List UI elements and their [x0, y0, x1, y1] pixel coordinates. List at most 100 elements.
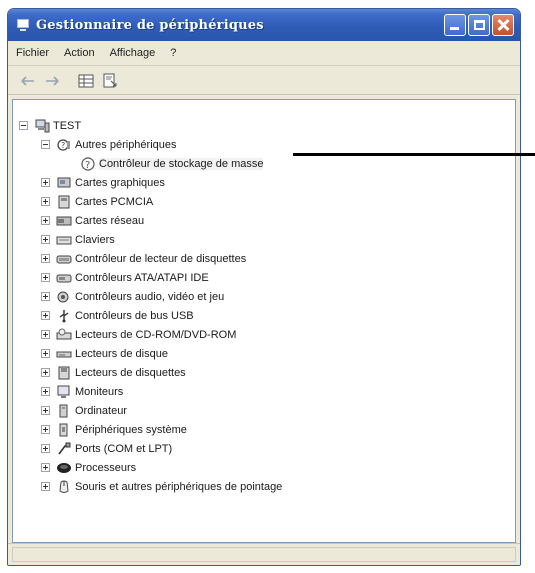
tree-category-item[interactable]: Processeurs — [41, 458, 136, 477]
tree-category-item[interactable]: Contrôleur de lecteur de disquettes — [41, 249, 246, 268]
tree-category-item[interactable]: Cartes réseau — [41, 211, 144, 230]
back-button[interactable] — [18, 71, 38, 91]
usb-icon — [56, 308, 72, 324]
tree-root[interactable]: TEST — [19, 116, 81, 135]
device-tree-pane[interactable]: TEST ? Autres périphériques ? Contrôleur… — [12, 99, 516, 543]
collapse-toggle[interactable] — [41, 140, 50, 149]
other-devices-icon: ? — [56, 137, 72, 153]
status-bar — [8, 543, 520, 565]
expand-toggle[interactable] — [41, 273, 50, 282]
expand-toggle[interactable] — [41, 178, 50, 187]
audio-icon — [56, 289, 72, 305]
category-label: Lecteurs de CD-ROM/DVD-ROM — [75, 328, 237, 341]
category-label: Lecteurs de disquettes — [75, 366, 186, 379]
window-title: Gestionnaire de périphériques — [36, 17, 264, 33]
tree-category-item[interactable]: Contrôleurs ATA/ATAPI IDE — [41, 268, 209, 287]
device-manager-window: Gestionnaire de périphériques Fichier Ac… — [7, 8, 521, 566]
tree-category-item[interactable]: Périphériques système — [41, 420, 187, 439]
expand-toggle[interactable] — [41, 235, 50, 244]
category-label: Contrôleurs audio, vidéo et jeu — [75, 290, 225, 303]
back-arrow-icon — [21, 75, 34, 86]
status-segment — [12, 547, 516, 562]
computer-icon — [56, 403, 72, 419]
svg-text:?: ? — [61, 141, 65, 150]
minimize-button[interactable] — [444, 14, 466, 36]
menu-help[interactable]: ? — [170, 47, 176, 59]
close-button[interactable] — [492, 14, 514, 36]
expand-toggle[interactable] — [41, 197, 50, 206]
expand-toggle[interactable] — [41, 349, 50, 358]
category-label: Contrôleurs ATA/ATAPI IDE — [75, 271, 209, 284]
expand-toggle[interactable] — [41, 387, 50, 396]
category-label: Cartes graphiques — [75, 176, 165, 189]
expand-toggle[interactable] — [41, 482, 50, 491]
tree-category-item[interactable]: Cartes graphiques — [41, 173, 165, 192]
tree-category-item[interactable]: Contrôleurs audio, vidéo et jeu — [41, 287, 224, 306]
ide-controller-icon — [56, 270, 72, 286]
svg-text:?: ? — [85, 160, 90, 171]
floppy-controller-icon — [56, 251, 72, 267]
tree-category-item[interactable]: Lecteurs de disquettes — [41, 363, 186, 382]
category-label: Ports (COM et LPT) — [75, 442, 173, 455]
tree-category-item[interactable]: Lecteurs de disque — [41, 344, 168, 363]
computer-icon — [34, 118, 50, 134]
other-devices-label: Autres périphériques — [75, 138, 177, 151]
help-sheet-icon — [103, 73, 117, 87]
monitor-icon — [56, 384, 72, 400]
properties-button[interactable] — [76, 71, 96, 91]
title-bar[interactable]: Gestionnaire de périphériques — [8, 9, 520, 41]
tree-category-item[interactable]: Moniteurs — [41, 382, 123, 401]
expand-toggle[interactable] — [41, 292, 50, 301]
menu-action[interactable]: Action — [64, 47, 95, 59]
category-label: Claviers — [75, 233, 115, 246]
maximize-icon — [474, 20, 485, 30]
help-sheet-button[interactable] — [100, 71, 120, 91]
expand-toggle[interactable] — [41, 368, 50, 377]
expand-toggle[interactable] — [41, 406, 50, 415]
tree-category-item[interactable]: Contrôleurs de bus USB — [41, 306, 194, 325]
properties-grid-icon — [78, 74, 94, 87]
category-label: Contrôleurs de bus USB — [75, 309, 194, 322]
expand-toggle[interactable] — [41, 425, 50, 434]
category-label: Périphériques système — [75, 423, 187, 436]
category-label: Cartes réseau — [75, 214, 145, 227]
tree-category-item[interactable]: Ordinateur — [41, 401, 127, 420]
category-label: Moniteurs — [75, 385, 124, 398]
unknown-device-icon: ? — [80, 156, 96, 172]
menu-bar: Fichier Action Affichage ? — [8, 41, 520, 66]
expand-toggle[interactable] — [41, 330, 50, 339]
network-card-icon — [56, 213, 72, 229]
root-label: TEST — [53, 119, 82, 132]
tree-item-mass-storage[interactable]: ? Contrôleur de stockage de masse — [80, 154, 264, 173]
category-label: Cartes PCMCIA — [75, 195, 154, 208]
collapse-toggle[interactable] — [19, 121, 28, 130]
mouse-icon — [56, 479, 72, 495]
category-label: Lecteurs de disque — [75, 347, 168, 360]
expand-toggle[interactable] — [41, 311, 50, 320]
floppy-drive-icon — [56, 365, 72, 381]
forward-button[interactable] — [42, 71, 62, 91]
window-controls — [444, 14, 514, 36]
expand-toggle[interactable] — [41, 463, 50, 472]
category-label: Contrôleur de lecteur de disquettes — [75, 252, 247, 265]
expand-toggle[interactable] — [41, 254, 50, 263]
tree-category-item[interactable]: Ports (COM et LPT) — [41, 439, 172, 458]
menu-fichier[interactable]: Fichier — [16, 47, 49, 59]
cdrom-icon — [56, 327, 72, 343]
pcmcia-icon — [56, 194, 72, 210]
port-icon — [56, 441, 72, 457]
menu-affichage[interactable]: Affichage — [110, 47, 156, 59]
display-adapter-icon — [56, 175, 72, 191]
expand-toggle[interactable] — [41, 216, 50, 225]
forward-arrow-icon — [46, 75, 59, 86]
tree-category-item[interactable]: Lecteurs de CD-ROM/DVD-ROM — [41, 325, 236, 344]
mass-storage-label: Contrôleur de stockage de masse — [99, 157, 264, 170]
tree-item-other-devices[interactable]: ? Autres périphériques — [41, 135, 177, 154]
expand-toggle[interactable] — [41, 444, 50, 453]
maximize-button[interactable] — [468, 14, 490, 36]
device-manager-icon — [16, 18, 30, 32]
tree-category-item[interactable]: Claviers — [41, 230, 115, 249]
tree-category-item[interactable]: Souris et autres périphériques de pointa… — [41, 477, 282, 496]
tree-category-item[interactable]: Cartes PCMCIA — [41, 192, 153, 211]
toolbar — [8, 67, 520, 95]
